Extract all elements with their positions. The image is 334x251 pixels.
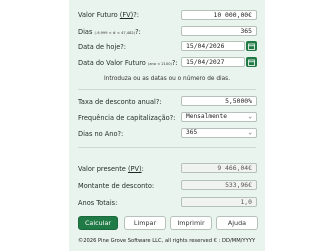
calculator-panel (69, 0, 265, 251)
chevron-down-icon: ⌄ (248, 129, 252, 136)
discount-amount-output: 533,96€ (181, 180, 257, 190)
future-value-label: Valor Futuro (FV)?: (78, 11, 139, 19)
footer-text: ©2026 Pine Grove Software LLC, all right… (78, 238, 256, 244)
cap-freq-label: Frequência de capitalização?: (78, 114, 176, 122)
cap-freq-select[interactable]: Mensalmente ⌄ (181, 112, 257, 122)
years-total-label: Anos Totais: (78, 199, 118, 207)
calculate-button[interactable]: Calcular (78, 216, 118, 230)
chevron-down-icon: ⌄ (248, 113, 252, 120)
discount-rate-input[interactable]: 5,5000% (181, 96, 257, 106)
instruction-text: Introduza ou as datas ou o número de dia… (103, 76, 231, 82)
divider (78, 89, 256, 90)
discount-amount-label: Montante de desconto: (78, 182, 155, 190)
clear-button[interactable]: Limpar (124, 216, 166, 230)
date-future-label: Data do Valor Futuro (ano < 2100)?: (78, 59, 178, 67)
days-year-select[interactable]: 365 ⌄ (181, 128, 257, 138)
calendar-icon[interactable] (246, 41, 257, 51)
help-button[interactable]: Ajuda (216, 216, 258, 230)
years-total-output: 1,0 (181, 197, 257, 207)
print-button[interactable]: Imprimir (170, 216, 212, 230)
days-year-label: Dias no Ano?: (78, 130, 124, 138)
calendar-icon[interactable] (246, 57, 257, 67)
divider (78, 147, 256, 148)
present-value-output: 9 466,04€ (181, 163, 257, 173)
date-today-input[interactable]: 15/04/2026 (181, 41, 245, 51)
future-value-input[interactable]: 10 000,00€ (181, 10, 257, 20)
present-value-label: Valor presente (PV): (78, 165, 144, 173)
date-today-label: Data de hoje?: (78, 43, 127, 51)
days-label: Dias (-9,999 < # < 47,482)?: (78, 28, 141, 36)
discount-rate-label: Taxa de desconto anual?: (78, 98, 162, 106)
days-input[interactable]: 365 (181, 26, 257, 36)
date-future-input[interactable]: 15/04/2027 (181, 57, 245, 67)
